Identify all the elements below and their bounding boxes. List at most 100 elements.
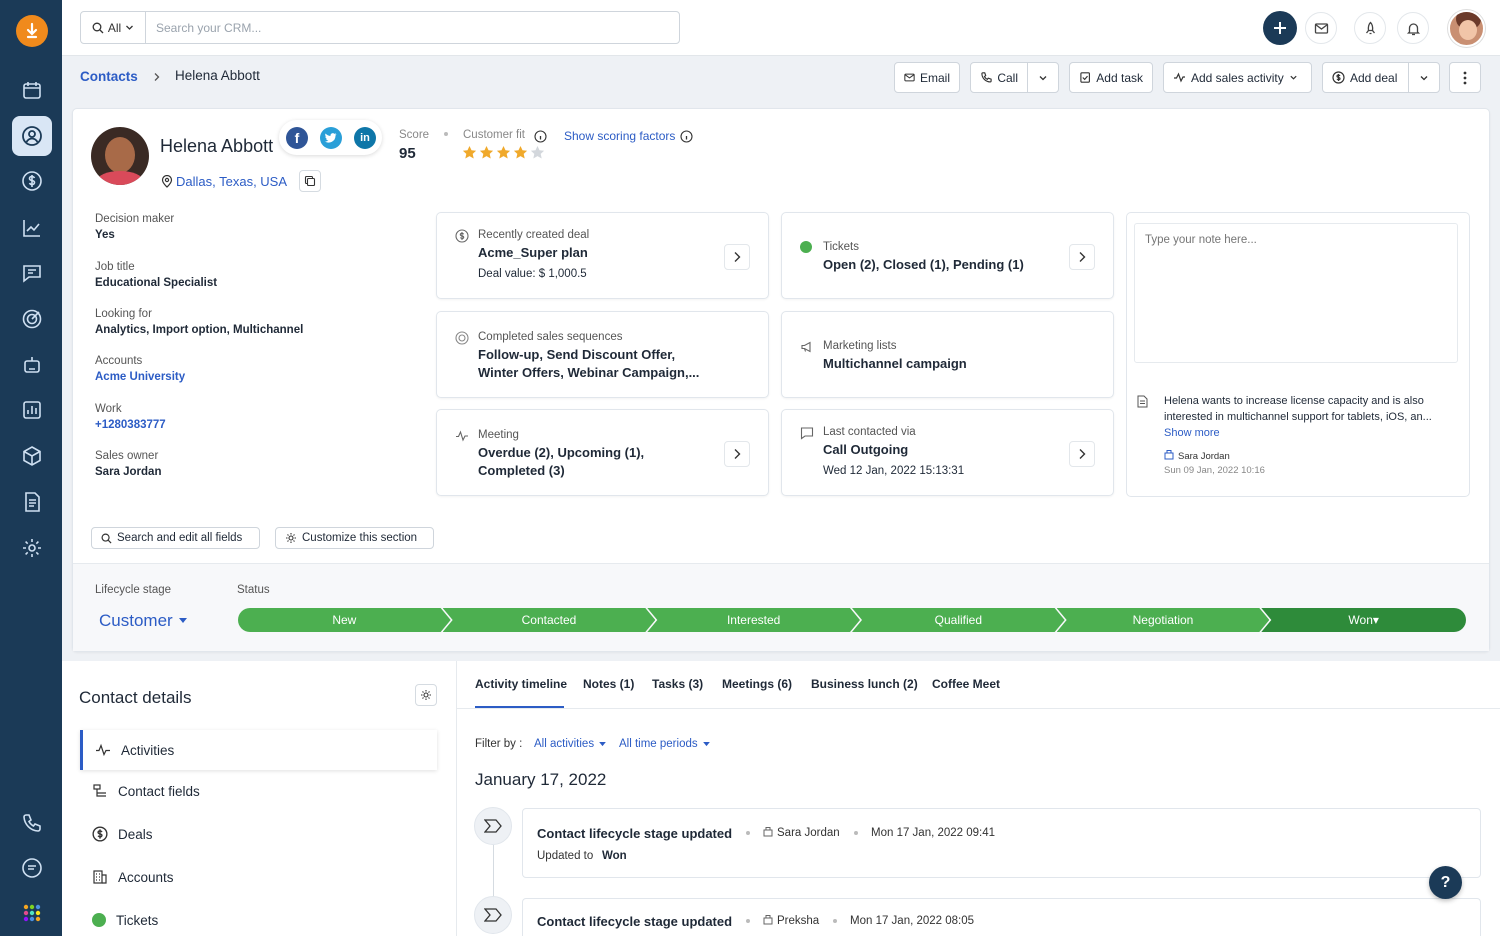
timeline-item-detail-label: Updated to xyxy=(537,850,594,862)
add-sales-activity-button[interactable]: Add sales activity xyxy=(1163,62,1312,93)
details-settings-button[interactable] xyxy=(415,684,437,706)
add-deal-button[interactable]: Add deal xyxy=(1322,62,1409,93)
filter-periods-dropdown[interactable]: All time periods xyxy=(619,738,710,750)
twitter-icon[interactable] xyxy=(320,127,342,149)
last-contacted-tile[interactable]: Last contacted via Call Outgoing Wed 12 … xyxy=(781,409,1114,496)
bell-icon[interactable] xyxy=(1397,12,1429,44)
tile-label: Completed sales sequences xyxy=(478,331,623,343)
tab-business-lunch[interactable]: Business lunch (2) xyxy=(811,677,918,691)
info-icon[interactable] xyxy=(534,130,547,143)
reports-icon[interactable] xyxy=(12,208,52,248)
email-button[interactable]: Email xyxy=(894,62,960,93)
search-input[interactable] xyxy=(146,12,679,43)
filter-activities-dropdown[interactable]: All activities xyxy=(534,738,606,750)
tile-main: Winter Offers, Webinar Campaign,... xyxy=(478,365,700,380)
score-label: Score xyxy=(399,129,430,141)
gear-icon xyxy=(421,690,431,700)
tickets-tile[interactable]: Tickets Open (2), Closed (1), Pending (1… xyxy=(781,212,1114,299)
add-deal-options-dropdown[interactable] xyxy=(1408,62,1440,93)
breadcrumb-contacts-link[interactable]: Contacts xyxy=(80,69,138,84)
note-input[interactable] xyxy=(1134,223,1458,363)
field-value: Yes xyxy=(95,229,115,241)
calendar-icon[interactable] xyxy=(12,70,52,110)
show-scoring-factors-link[interactable]: Show scoring factors xyxy=(564,129,675,143)
bot-icon[interactable] xyxy=(12,345,52,385)
timeline-item: Contact lifecycle stage updated Preksha … xyxy=(522,898,1481,936)
rocket-icon[interactable] xyxy=(1354,12,1386,44)
mail-icon[interactable] xyxy=(1305,12,1337,44)
global-search: All xyxy=(80,11,680,44)
search-edit-fields-button[interactable]: Search and edit all fields xyxy=(91,527,260,549)
stage-qualified[interactable]: Qualified xyxy=(852,608,1065,632)
tab-meetings[interactable]: Meetings (6) xyxy=(722,677,792,691)
products-icon[interactable] xyxy=(12,436,52,476)
nav-accounts[interactable]: Accounts xyxy=(80,857,437,897)
phone-icon[interactable] xyxy=(12,803,52,843)
nav-deals[interactable]: Deals xyxy=(80,814,437,854)
separator-dot xyxy=(746,831,750,835)
nav-activities[interactable]: Activities xyxy=(80,730,437,770)
linkedin-icon[interactable]: in xyxy=(354,127,376,149)
quick-add-button[interactable] xyxy=(1263,11,1297,45)
settings-icon[interactable] xyxy=(12,528,52,568)
user-avatar[interactable] xyxy=(1448,10,1485,47)
stage-interested[interactable]: Interested xyxy=(647,608,860,632)
nav-contact-fields[interactable]: Contact fields xyxy=(80,771,437,811)
nav-tickets[interactable]: Tickets xyxy=(80,900,437,936)
timeline-item: Contact lifecycle stage updated Sara Jor… xyxy=(522,808,1481,878)
stage-contacted[interactable]: Contacted xyxy=(443,608,656,632)
divider xyxy=(456,661,457,936)
tile-label: Meeting xyxy=(478,429,519,441)
show-more-link[interactable]: Show more xyxy=(1164,425,1432,441)
building-icon xyxy=(93,870,107,884)
tile-sub: Wed 12 Jan, 2022 15:13:31 xyxy=(823,465,965,477)
search-icon xyxy=(101,533,112,544)
customize-section-label: Customize this section xyxy=(302,532,418,544)
facebook-icon[interactable]: f xyxy=(286,127,308,149)
documents-icon[interactable] xyxy=(12,482,52,522)
sales-sequences-tile[interactable]: Completed sales sequences Follow-up, Sen… xyxy=(436,311,769,398)
call-options-dropdown[interactable] xyxy=(1027,62,1059,93)
search-scope-dropdown[interactable]: All xyxy=(81,12,146,43)
stage-negotiation[interactable]: Negotiation xyxy=(1057,608,1270,632)
field-decision-maker: Decision maker Yes xyxy=(95,213,174,241)
goals-icon[interactable] xyxy=(12,299,52,339)
chevron-down-icon xyxy=(1290,75,1297,80)
timeline-stage-icon xyxy=(474,896,512,934)
contacts-icon[interactable] xyxy=(12,116,52,156)
chevron-right-icon[interactable] xyxy=(724,244,750,270)
filter-label: Filter by : xyxy=(475,738,523,750)
contact-location-link[interactable]: Dallas, Texas, USA xyxy=(176,174,287,189)
meeting-tile[interactable]: Meeting Overdue (2), Upcoming (1), Compl… xyxy=(436,409,769,496)
chevron-right-icon[interactable] xyxy=(724,441,750,467)
more-options-button[interactable] xyxy=(1449,62,1481,93)
chevron-right-icon[interactable] xyxy=(1069,441,1095,467)
apps-grid-icon[interactable] xyxy=(12,893,52,933)
chat-icon[interactable] xyxy=(12,848,52,888)
info-icon[interactable] xyxy=(680,130,693,143)
account-link[interactable]: Acme University xyxy=(95,371,185,383)
divider xyxy=(457,708,1500,709)
chevron-down-icon xyxy=(1039,75,1047,80)
deals-icon[interactable] xyxy=(12,161,52,201)
stage-new[interactable]: New xyxy=(238,608,451,632)
tab-activity-timeline[interactable]: Activity timeline xyxy=(475,677,567,691)
tile-main: Call Outgoing xyxy=(823,442,909,457)
app-logo[interactable] xyxy=(16,15,48,47)
recent-deal-tile[interactable]: Recently created deal Acme_Super plan De… xyxy=(436,212,769,299)
tab-notes[interactable]: Notes (1) xyxy=(583,677,634,691)
stage-won[interactable]: Won ▾ xyxy=(1261,608,1466,632)
chevron-right-icon[interactable] xyxy=(1069,244,1095,270)
call-button[interactable]: Call xyxy=(970,62,1028,93)
work-phone-link[interactable]: +1280383777 xyxy=(95,419,166,431)
conversations-icon[interactable] xyxy=(12,253,52,293)
tab-tasks[interactable]: Tasks (3) xyxy=(652,677,703,691)
analytics-icon[interactable] xyxy=(12,390,52,430)
tab-coffee-meet[interactable]: Coffee Meet xyxy=(932,677,1000,691)
customize-section-button[interactable]: Customize this section xyxy=(275,527,434,549)
lifecycle-dropdown[interactable]: Customer xyxy=(99,611,187,631)
task-icon xyxy=(1080,72,1090,83)
add-task-button[interactable]: Add task xyxy=(1069,62,1153,93)
copy-location-button[interactable] xyxy=(299,170,321,192)
help-button[interactable]: ? xyxy=(1429,866,1462,899)
